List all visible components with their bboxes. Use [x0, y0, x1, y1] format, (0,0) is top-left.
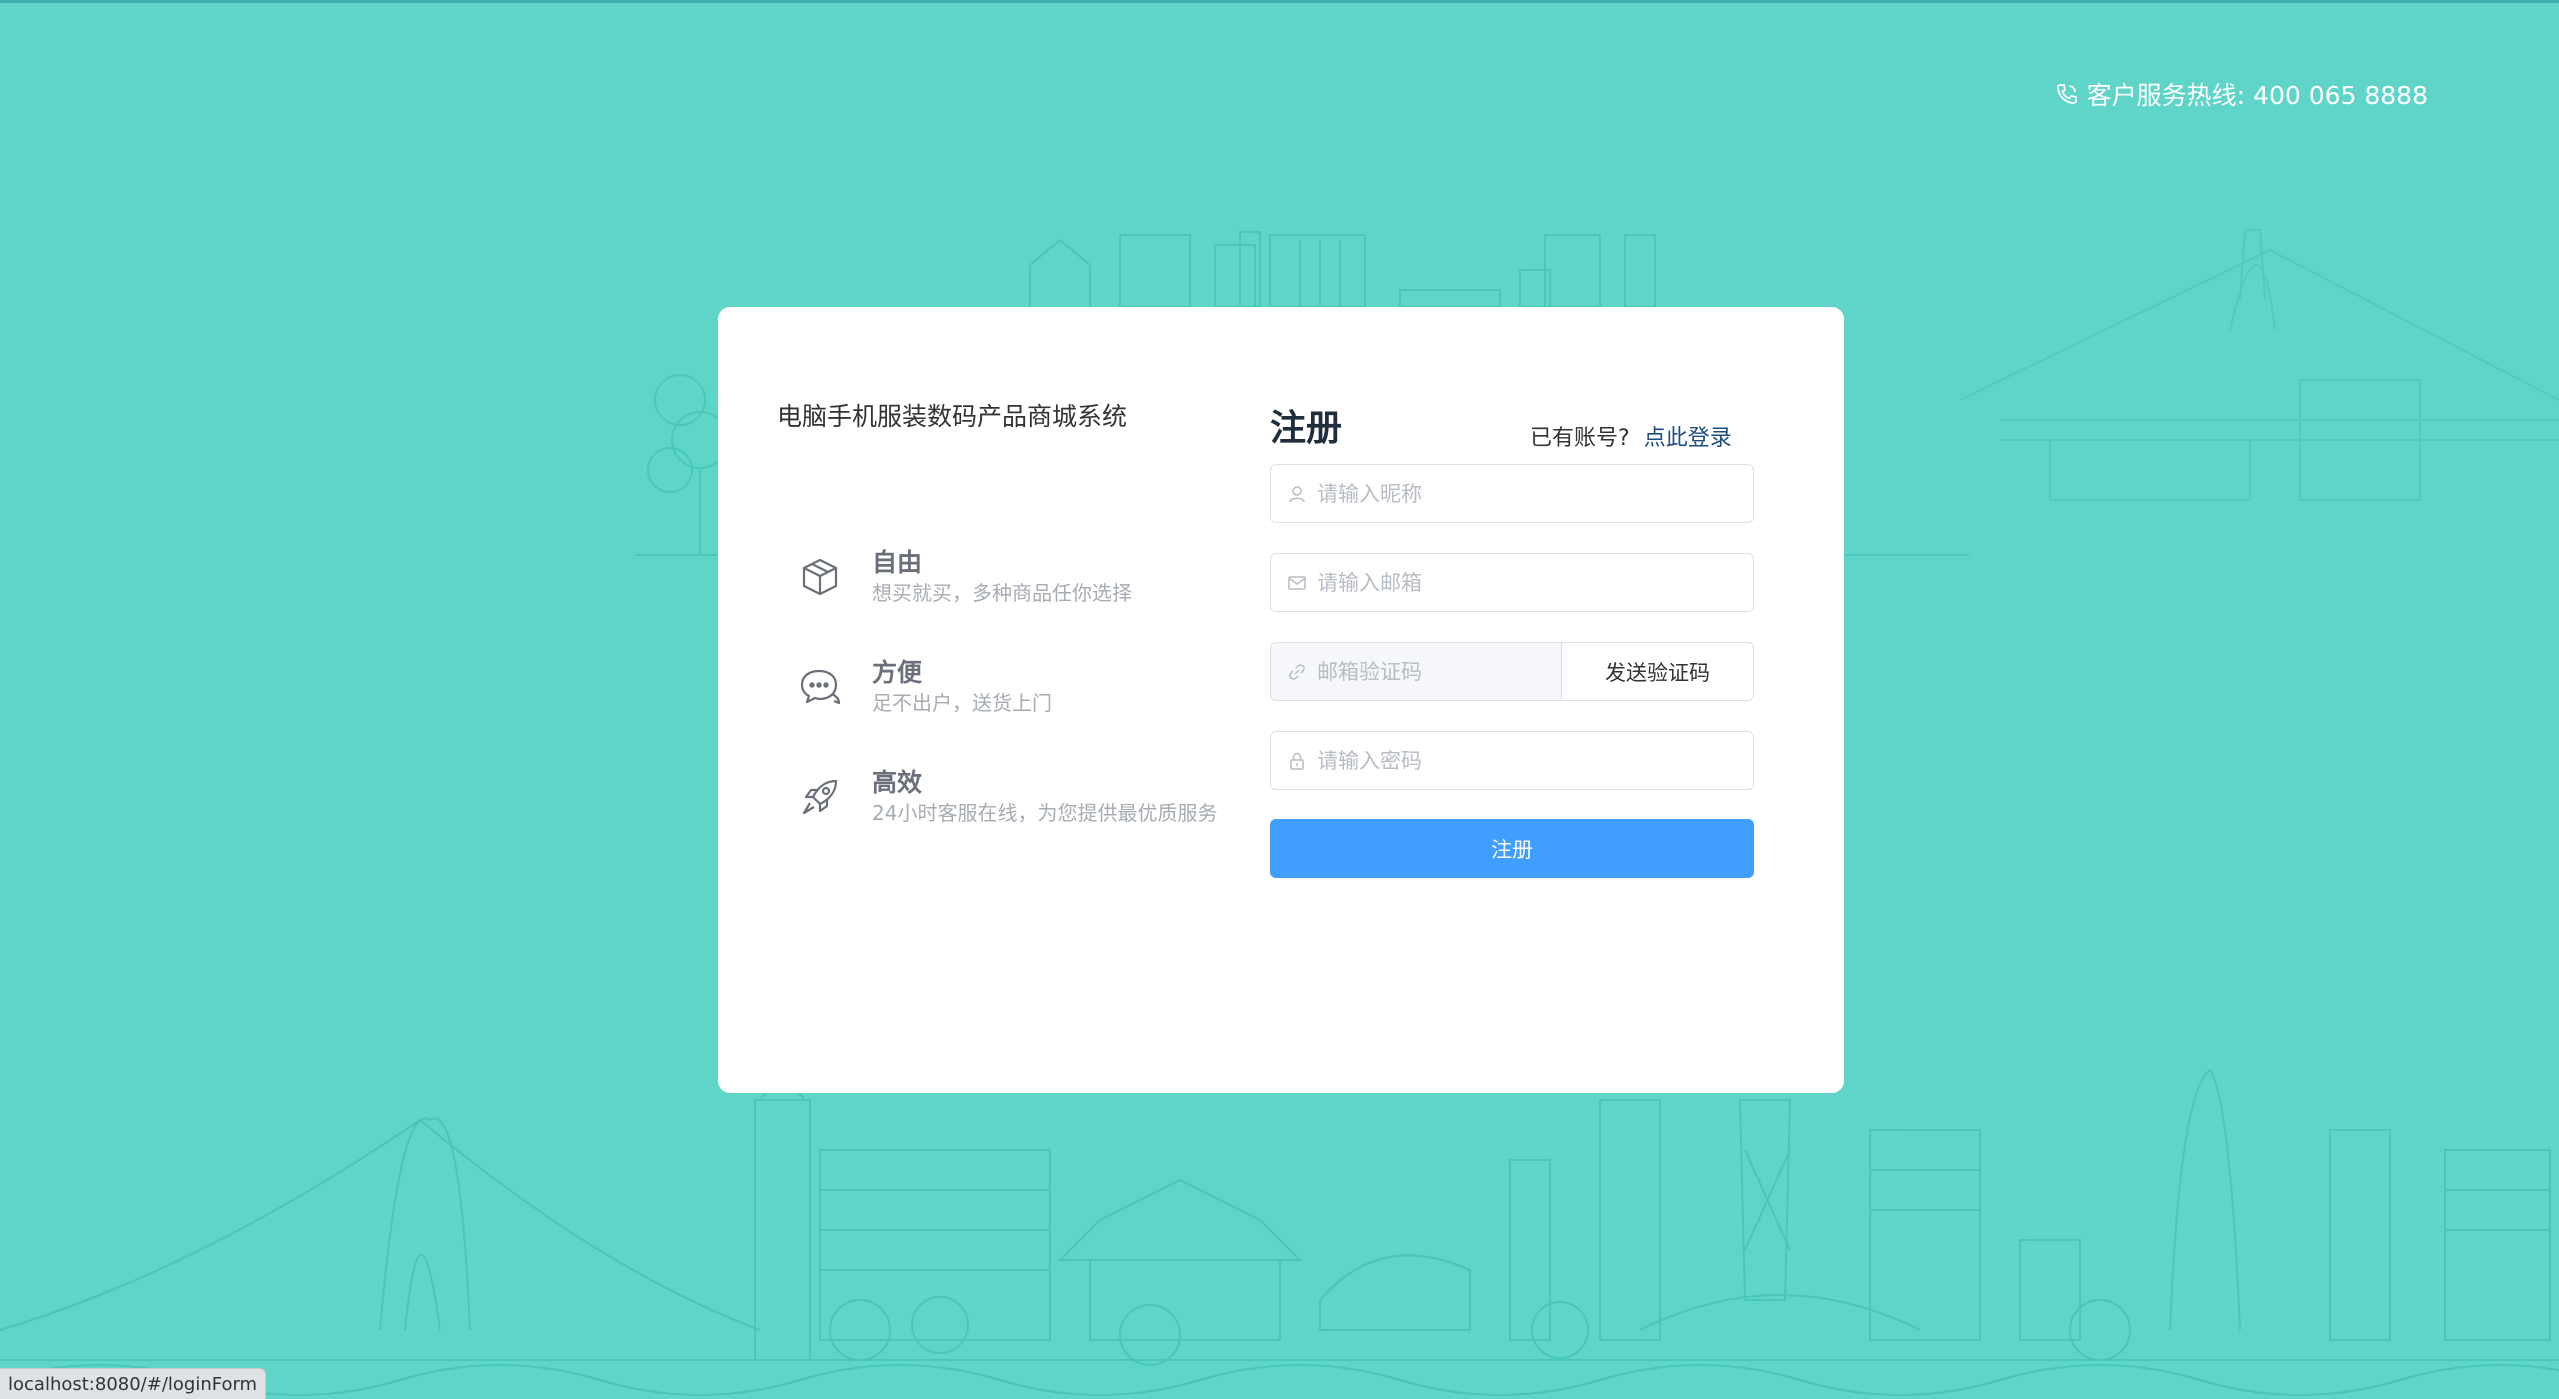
browser-status-url: localhost:8080/#/loginForm	[0, 1368, 267, 1399]
email-input[interactable]	[1317, 554, 1753, 611]
have-account-text: 已有账号?	[1530, 426, 1630, 451]
user-icon	[1289, 485, 1305, 502]
feature-free: 自由 想买就买，多种商品任你选择	[798, 547, 1132, 607]
feature-efficient: 高效 24小时客服在线，为您提供最优质服务	[798, 767, 1217, 827]
register-button[interactable]: 注册	[1270, 819, 1754, 878]
nickname-input[interactable]	[1317, 465, 1753, 522]
feature-title: 高效	[872, 768, 923, 797]
link-icon	[1289, 663, 1305, 680]
send-code-button[interactable]: 发送验证码	[1561, 642, 1754, 701]
feature-convenient: 方便 足不出户，送货上门	[798, 657, 1052, 717]
phone-icon	[2056, 84, 2077, 104]
password-input[interactable]	[1317, 732, 1753, 789]
lock-icon	[1290, 752, 1304, 770]
feature-title: 方便	[872, 658, 923, 687]
nickname-field[interactable]	[1270, 464, 1754, 523]
email-code-field[interactable]	[1270, 642, 1585, 701]
customer-hotline: 客户服务热线: 400 065 8888	[2055, 76, 2428, 112]
register-card: 电脑手机服装数码产品商城系统 自由 想买就买，多种商品任你选择 方便 足不出户，…	[718, 307, 1844, 1093]
login-link[interactable]: 点此登录	[1644, 426, 1732, 451]
feature-desc: 24小时客服在线，为您提供最优质服务	[872, 801, 1218, 825]
rocket-icon	[802, 779, 838, 815]
email-field[interactable]	[1270, 553, 1754, 612]
register-title: 注册	[1270, 408, 1343, 449]
box-icon	[802, 558, 838, 596]
password-field[interactable]	[1270, 731, 1754, 790]
have-account-row: 已有账号? 点此登录	[1530, 420, 1732, 452]
feature-desc: 想买就买，多种商品任你选择	[872, 581, 1132, 605]
mail-icon	[1288, 575, 1306, 590]
feature-title: 自由	[872, 548, 923, 577]
hotline-text: 客户服务热线: 400 065 8888	[2086, 81, 2428, 110]
chat-icon	[800, 669, 841, 705]
feature-desc: 足不出户，送货上门	[872, 691, 1052, 715]
system-title: 电脑手机服装数码产品商城系统	[777, 402, 1128, 431]
email-code-input[interactable]	[1317, 643, 1585, 700]
